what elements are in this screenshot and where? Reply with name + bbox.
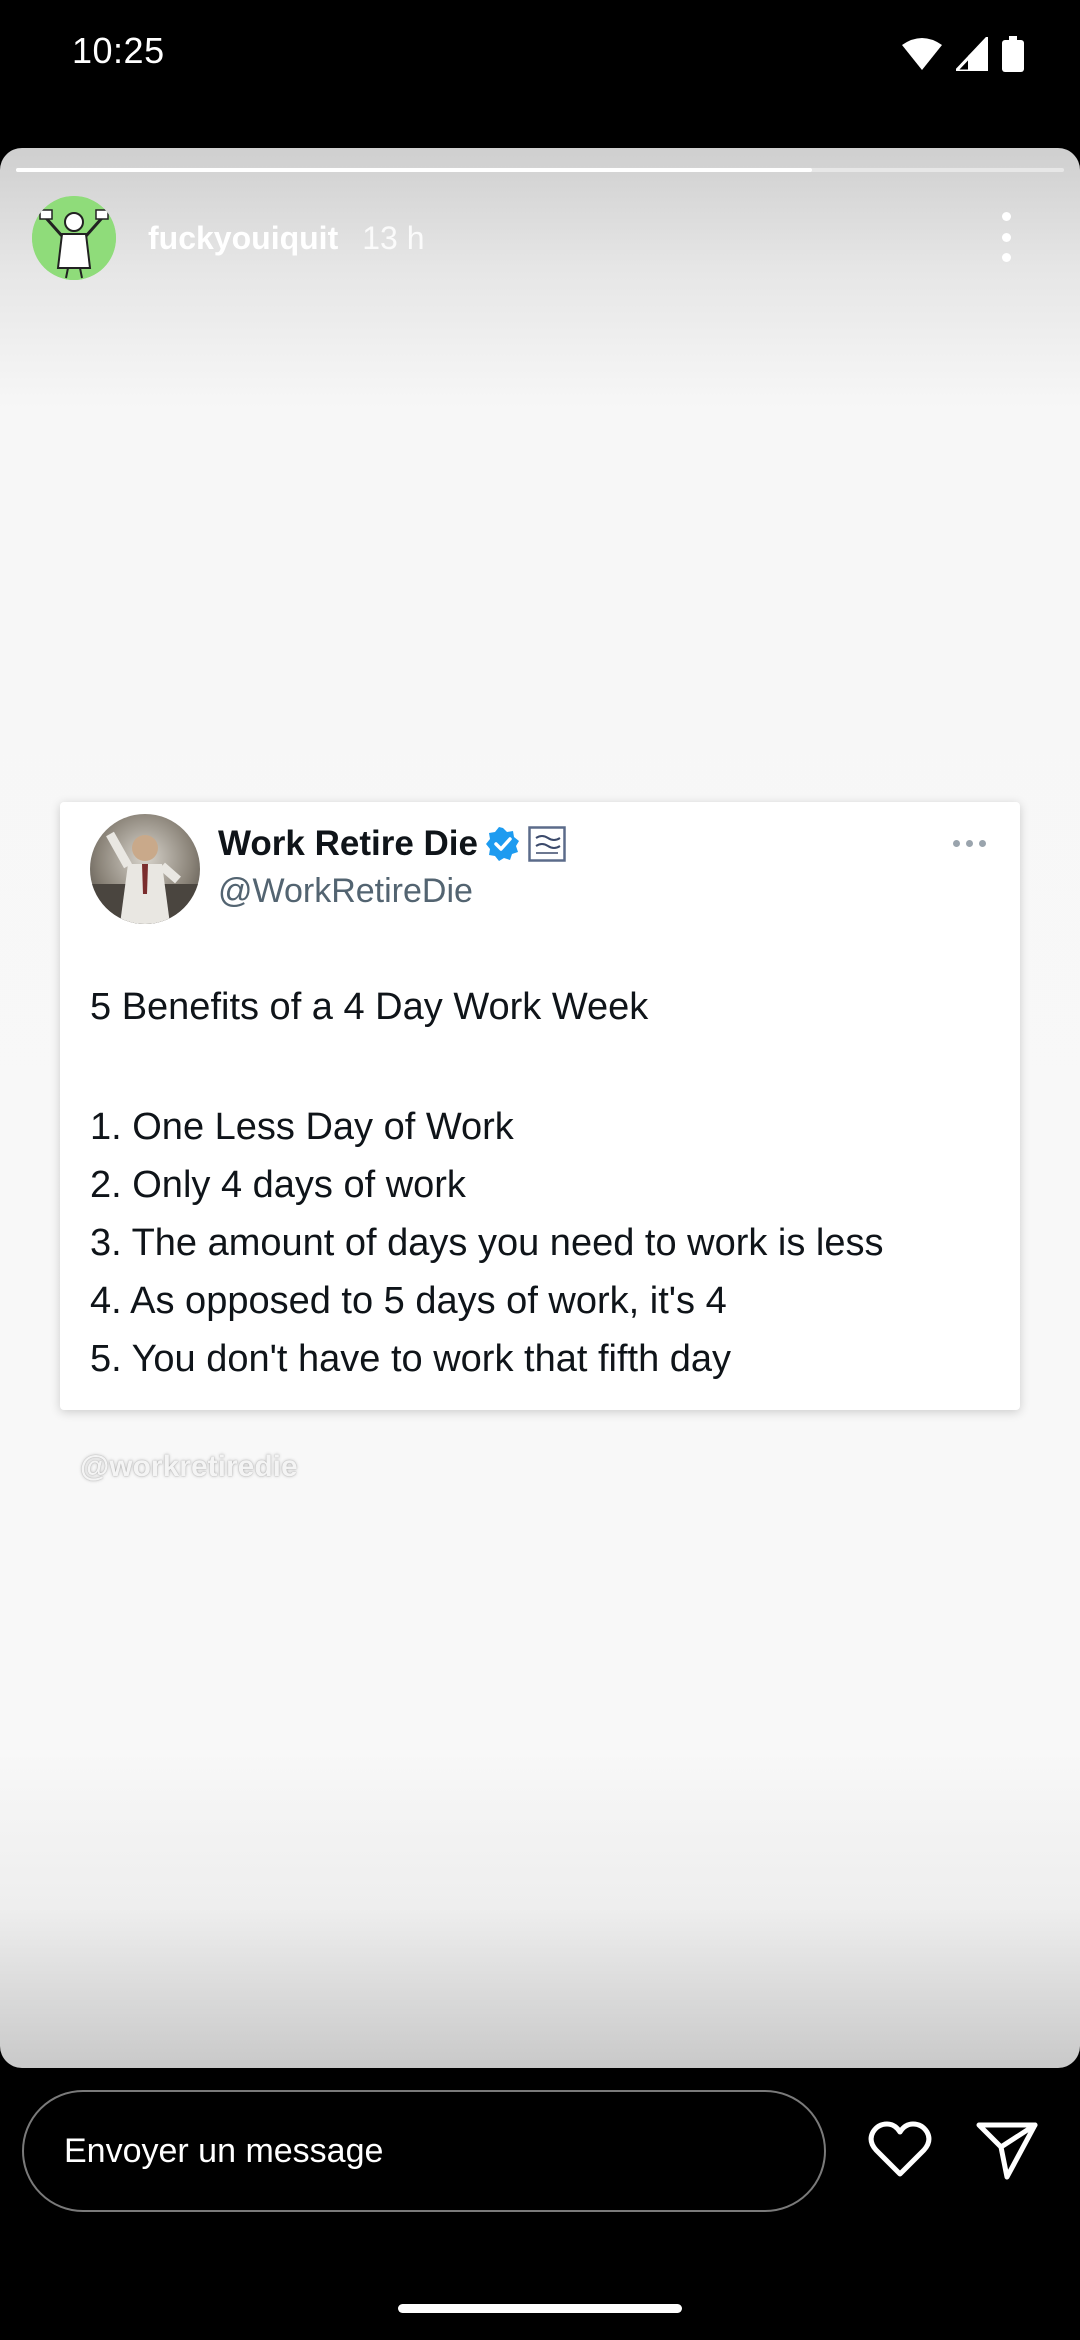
tweet-list-item: 3. The amount of days you need to work i…: [90, 1222, 884, 1264]
story-screen: 10:25 fuckyouiquit 13 h Work Retire Die …: [0, 0, 1080, 2340]
tweet-more-icon: [953, 840, 986, 847]
tweet-list-item: 5. You don't have to work that fifth day: [90, 1338, 732, 1380]
story-progress-bar: [16, 168, 1064, 172]
status-icons: [902, 34, 1024, 74]
story-progress-fill: [16, 168, 813, 172]
story-timestamp: 13 h: [362, 219, 425, 256]
wifi-icon: [902, 38, 942, 70]
verified-badge-icon: [486, 827, 519, 861]
tweet-name-row: Work Retire Die: [218, 824, 566, 864]
tweet-list: 1. One Less Day of Work 2. Only 4 days o…: [90, 1098, 884, 1388]
message-input[interactable]: Envoyer un message: [22, 2090, 826, 2212]
tweet-list-item: 1. One Less Day of Work: [90, 1106, 514, 1148]
message-placeholder: Envoyer un message: [64, 2131, 384, 2170]
story-header: fuckyouiquit 13 h: [32, 196, 1060, 280]
tweet-list-item: 2. Only 4 days of work: [90, 1164, 466, 1206]
status-bar: 10:25: [0, 0, 1080, 110]
watermark-text: @workretiredie: [80, 1450, 298, 1483]
tweet-author-handle: @WorkRetireDie: [218, 872, 473, 910]
send-icon[interactable]: [976, 2120, 1038, 2180]
tweet-avatar: [90, 814, 200, 924]
signal-icon: [956, 37, 988, 71]
story-content[interactable]: fuckyouiquit 13 h Work Retire Die @WorkR…: [0, 148, 1080, 2068]
avatar-figure-icon: [32, 196, 116, 280]
tweet-list-item: 4. As opposed to 5 days of work, it's 4: [90, 1280, 727, 1322]
battery-icon: [1002, 36, 1024, 72]
story-username[interactable]: fuckyouiquit: [148, 220, 338, 257]
affiliate-badge-icon: [528, 826, 566, 862]
tweet-title: 5 Benefits of a 4 Day Work Week: [90, 986, 649, 1028]
more-vertical-icon[interactable]: [996, 212, 1016, 262]
heart-icon[interactable]: [868, 2120, 932, 2180]
home-indicator[interactable]: [398, 2304, 682, 2313]
tweet-card: Work Retire Die @WorkRetireDie 5 Benefit…: [60, 802, 1020, 1410]
story-avatar[interactable]: [32, 196, 116, 280]
status-time: 10:25: [72, 30, 165, 71]
tweet-avatar-figure: [90, 831, 200, 924]
tweet-author-name: Work Retire Die: [218, 824, 478, 863]
